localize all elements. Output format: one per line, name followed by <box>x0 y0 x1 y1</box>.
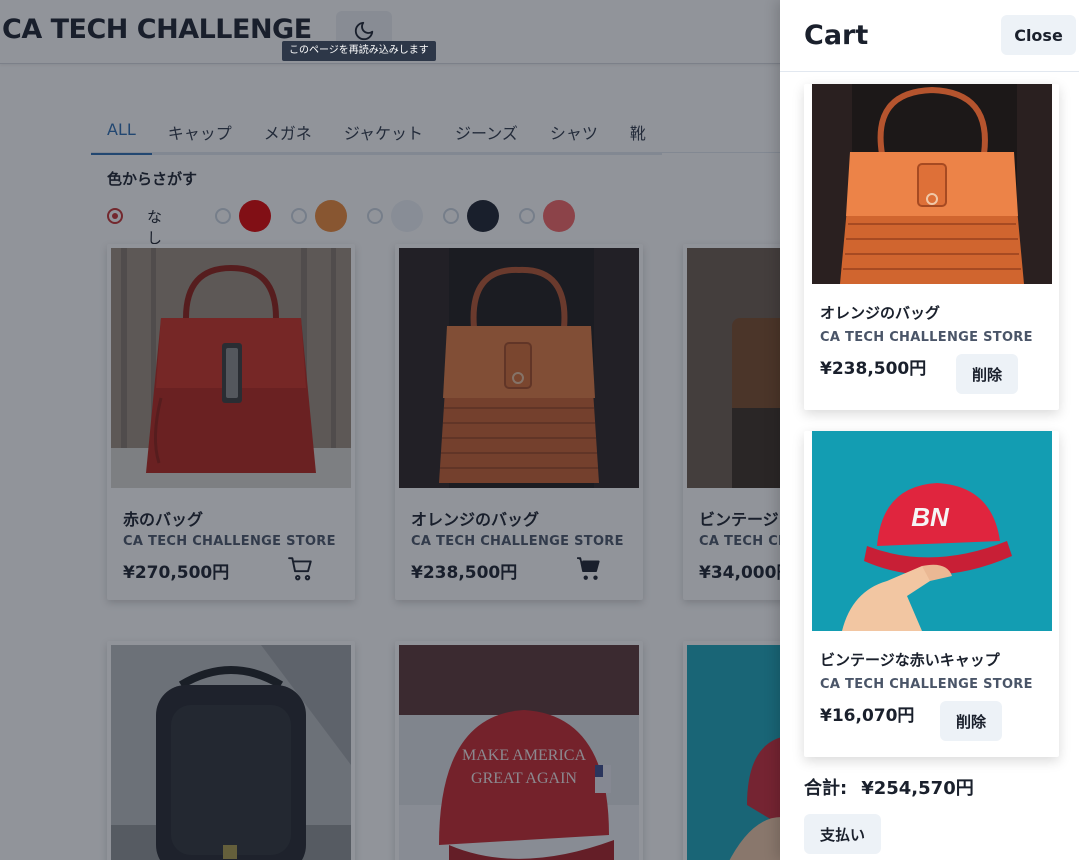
cart-total: 合計: ¥254,570円 <box>804 774 974 800</box>
pay-button[interactable]: 支払い <box>804 814 882 854</box>
cart-item-store: CA TECH CHALLENGE STORE <box>820 677 1033 692</box>
total-label: 合計: <box>804 778 848 799</box>
delete-button[interactable]: 削除 <box>940 701 1003 741</box>
cart-item-price: ¥238,500円 <box>820 359 927 379</box>
delete-button[interactable]: 削除 <box>956 354 1019 394</box>
cart-item-image-orange-bag <box>812 84 1052 284</box>
cart-title: Cart <box>804 20 869 51</box>
cart-item-name: ビンテージな赤いキャップ <box>820 651 1000 669</box>
cart-item-price: ¥16,070円 <box>820 706 915 726</box>
reload-tooltip: このページを再読み込みします <box>282 41 436 61</box>
cap-logo: BN <box>911 502 950 532</box>
cart-item: BN ビンテージな赤いキャップ CA TECH CHALLENGE STORE … <box>804 431 1059 757</box>
total-amount: ¥254,570円 <box>861 778 974 799</box>
cart-item: オレンジのバッグ CA TECH CHALLENGE STORE ¥238,50… <box>804 84 1059 410</box>
cart-item-image-red-cap: BN <box>812 431 1052 631</box>
close-button[interactable]: Close <box>1001 15 1076 55</box>
cart-item-store: CA TECH CHALLENGE STORE <box>820 330 1033 345</box>
cart-header: Cart Close <box>780 0 1079 72</box>
cart-item-name: オレンジのバッグ <box>820 304 941 322</box>
cart-drawer: Cart Close オレンジのバッグ CA TECH CHALLENGE ST… <box>780 0 1079 860</box>
